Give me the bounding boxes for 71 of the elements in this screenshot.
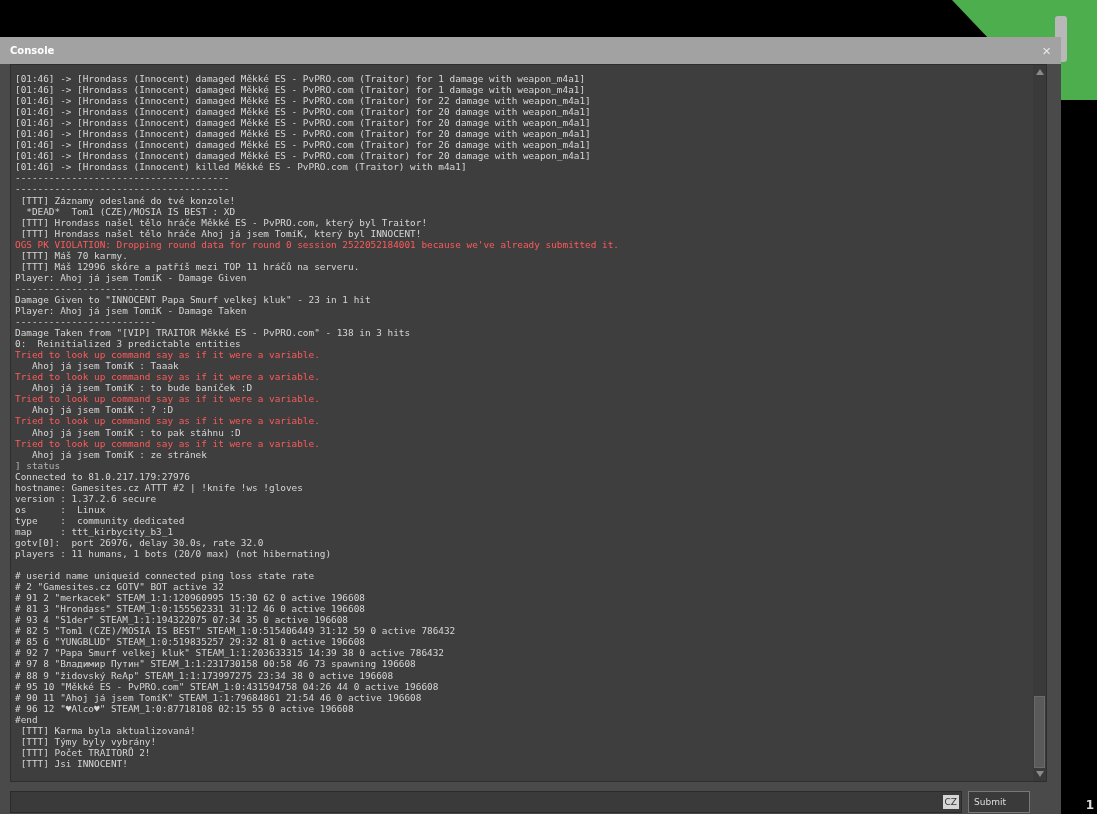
scroll-down-icon[interactable] [1035, 771, 1044, 777]
log-line: type : community dedicated [15, 514, 185, 526]
log-line: Ahoj já jsem TomíK : to bude baníček :D [30, 382, 253, 394]
log-line: [TTT] Týmy byly vybrány! [19, 735, 157, 747]
corner-number: 1 [1085, 798, 1094, 812]
scroll-thumb[interactable] [1034, 696, 1045, 768]
log-line: Tried to look up command say as if it were a variable. [15, 393, 320, 405]
scroll-up-icon[interactable] [1035, 69, 1044, 75]
log-line: [01:46] -> [Hrondass (Innocent) damaged Měkké ES - PvPRO.com (Traitor) for 20 damage with weapon_m4a1] [15, 106, 591, 118]
log-line: map : ttt_kirbycity_b3_1 [15, 525, 174, 537]
log-line: [01:46] -> [Hrondass (Innocent) damaged Měkké ES - PvPRO.com (Traitor) for 26 damage with weapon_m4a1] [15, 139, 591, 151]
log-line: Player: Ahoj já jsem TomíK - Damage Given [15, 271, 247, 283]
log-line: # 2 "Gamesites.cz GOTV" BOT active 32 [15, 581, 224, 593]
log-line: # 81 3 "Hrondass" STEAM_1:0:155562331 31:12 46 0 active 196608 [15, 603, 365, 615]
log-line: [TTT] Karma byla aktualizovaná! [19, 724, 196, 736]
scrollbar[interactable] [1033, 65, 1046, 781]
language-indicator: CZ [942, 795, 959, 809]
log-line: [01:46] -> [Hrondass (Innocent) damaged Měkké ES - PvPRO.com (Traitor) for 1 damage with weapon_m4a1] [15, 73, 586, 85]
log-line: [TTT] Máš 70 karmy. [19, 249, 128, 261]
submit-button[interactable]: Submit [968, 791, 1030, 813]
log-line: Damage Taken from "[VIP] TRAITOR Měkké ES - PvPRO.com" - 138 in 3 hits [15, 327, 411, 339]
log-line: Player: Ahoj já jsem TomíK - Damage Taken [15, 305, 247, 317]
log-line: players : 11 humans, 1 bots (20/0 max) (not hibernating) [15, 548, 332, 560]
log-line: [01:46] -> [Hrondass (Innocent) damaged Měkké ES - PvPRO.com (Traitor) for 1 damage with weapon_m4a1] [15, 84, 586, 96]
log-line: [TTT] Počet TRAITORŮ 2! [19, 746, 151, 758]
log-line: # 92 7 "Papa Smurf velkej kluk" STEAM_1:1:203633315 14:39 38 0 active 786432 [15, 647, 444, 659]
log-line: Ahoj já jsem TomíK : to pak stáhnu :D [30, 426, 241, 438]
log-line: [01:46] -> [Hrondass (Innocent) damaged Měkké ES - PvPRO.com (Traitor) for 20 damage with weapon_m4a1] [15, 117, 591, 129]
log-line: Connected to 81.0.217.179:27976 [15, 470, 190, 482]
log-line: OGS PK VIOLATION: Dropping round data for round 0 session 2522052184001 because we've already submitted it. [15, 238, 619, 250]
log-line: # 96 12 "♥Alco♥" STEAM_1:0:87718108 02:15 55 0 active 196608 [15, 702, 354, 714]
log-line: gotv[0]: port 26976, delay 30.0s, rate 32.0 [15, 536, 264, 548]
log-line: Tried to look up command say as if it were a variable. [15, 371, 320, 383]
log-line: 0: Reinitialized 3 predictable entities [15, 338, 241, 350]
log-line: ------------------------- [15, 316, 157, 328]
window-title: Console [10, 45, 55, 56]
log-line: [01:46] -> [Hrondass (Innocent) damaged Měkké ES - PvPRO.com (Traitor) for 22 damage with weapon_m4a1] [15, 95, 591, 107]
log-line: ------------------------- [15, 282, 157, 294]
log-line: Ahoj já jsem TomíK : ? :D [30, 404, 174, 416]
log-line: Tried to look up command say as if it were a variable. [15, 349, 320, 361]
log-line: [TTT] Hrondass našel tělo hráče Ahoj já jsem TomíK, který byl INNOCENT! [19, 227, 422, 239]
log-line: [01:46] -> [Hrondass (Innocent) killed Měkké ES - PvPRO.com (Traitor) with m4a1] [15, 161, 467, 173]
log-line: [TTT] Jsi INNOCENT! [19, 757, 128, 769]
log-line: [TTT] Záznamy odeslané do tvé konzole! [19, 194, 236, 206]
log-line: # 97 8 "Владимир Путин" STEAM_1:1:231730158 00:58 46 73 spawning 196608 [15, 658, 416, 670]
log-line: -------------------------------------- [15, 172, 230, 184]
log-line: version : 1.37.2.6 secure [15, 492, 157, 504]
log-line: # 91 2 "merkacek" STEAM_1:1:120960995 15:30 62 0 active 196608 [15, 592, 365, 604]
log-line: [01:46] -> [Hrondass (Innocent) damaged Měkké ES - PvPRO.com (Traitor) for 20 damage with weapon_m4a1] [15, 150, 591, 162]
log-line: os : Linux [15, 503, 106, 515]
log-line: [01:46] -> [Hrondass (Innocent) damaged Měkké ES - PvPRO.com (Traitor) for 20 damage with weapon_m4a1] [15, 128, 591, 140]
log-line: hostname: Gamesites.cz ATTT #2 | !knife !ws !gloves [15, 481, 303, 493]
log-line: # 93 4 "S1der" STEAM_1:1:194322075 07:34 35 0 active 196608 [15, 614, 348, 626]
log-line: Ahoj já jsem TomíK : Taaak [30, 360, 179, 372]
log-line: -------------------------------------- [15, 183, 230, 195]
log-line: [TTT] Hrondass našel tělo hráče Měkké ES - PvPRO.com, který byl Traitor! [19, 216, 428, 228]
log-line: *DEAD* Tom1 (CZE)/MOSIA IS BEST : XD [25, 205, 236, 217]
log-line: # userid name uniqueid connected ping loss state rate [15, 570, 315, 582]
log-line: Damage Given to "INNOCENT Papa Smurf velkej kluk" - 23 in 1 hit [15, 293, 371, 305]
log-line: Tried to look up command say as if it were a variable. [15, 437, 320, 449]
log-line: Tried to look up command say as if it were a variable. [15, 415, 320, 427]
log-line: # 85 6 "YUNGBLUD" STEAM_1:0:519835257 29:32 81 0 active 196608 [15, 636, 365, 648]
command-input[interactable]: CZ [10, 791, 962, 813]
log-line: # 88 9 "židovský ReAp" STEAM_1:1:173997275 23:34 38 0 active 196608 [15, 669, 394, 681]
log-line: #end [15, 713, 38, 725]
log-line: ] status [15, 459, 61, 471]
log-line: # 95 10 "Měkké ES - PvPRO.com" STEAM_1:0:431594758 04:26 44 0 active 196608 [15, 680, 439, 692]
log-line: Ahoj já jsem TomíK : ze stránek [30, 448, 207, 460]
log-line: [TTT] Máš 12996 skóre a patříš mezi TOP 11 hráčů na serveru. [19, 260, 360, 272]
log-line: # 82 5 "Tom1 (CZE)/MOSIA IS BEST" STEAM_1:0:515406449 31:12 59 0 active 786432 [15, 625, 456, 637]
log-line: # 90 11 "Ahoj já jsem TomíK" STEAM_1:1:79684861 21:54 46 0 active 196608 [15, 691, 422, 703]
